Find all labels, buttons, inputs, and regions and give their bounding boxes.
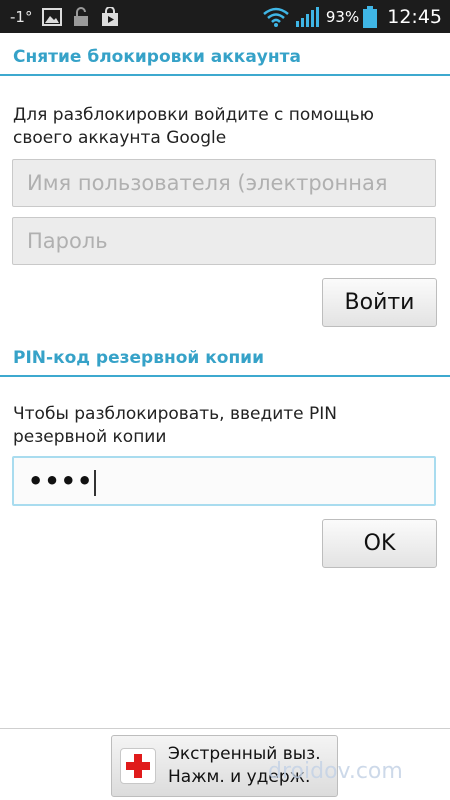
medical-cross-icon xyxy=(120,748,156,784)
clock: 12:45 xyxy=(387,5,442,28)
unlock-icon xyxy=(72,6,90,27)
account-unlock-header: Снятие блокировки аккаунта xyxy=(0,33,450,76)
pin-backup-title: PIN-код резервной копии xyxy=(13,348,265,368)
account-unlock-title: Снятие блокировки аккаунта xyxy=(13,47,301,67)
pin-backup-header: PIN-код резервной копии xyxy=(0,338,450,377)
status-bar: -1° 93% 12:45 xyxy=(0,0,450,33)
wifi-icon xyxy=(263,7,289,27)
ok-button[interactable]: OK xyxy=(322,519,437,568)
signal-icon xyxy=(295,6,319,27)
pin-input[interactable]: •••• xyxy=(12,456,436,506)
login-button[interactable]: Войти xyxy=(322,278,437,327)
image-icon xyxy=(42,7,63,26)
battery-percent: 93% xyxy=(325,7,360,26)
watermark: droidov.com xyxy=(268,759,403,784)
battery-icon xyxy=(363,5,378,28)
password-input[interactable]: Пароль xyxy=(12,217,436,265)
store-icon xyxy=(100,6,120,27)
pin-value: •••• xyxy=(28,467,94,495)
pin-backup-description: Чтобы разблокировать, введите PIN резерв… xyxy=(13,404,337,447)
username-input[interactable]: Имя пользователя (электронная xyxy=(12,159,436,207)
account-unlock-description: Для разблокировки войдите с помощью свое… xyxy=(13,105,374,148)
text-cursor xyxy=(94,470,97,496)
temperature-text: -1° xyxy=(10,7,33,26)
divider xyxy=(0,728,450,729)
